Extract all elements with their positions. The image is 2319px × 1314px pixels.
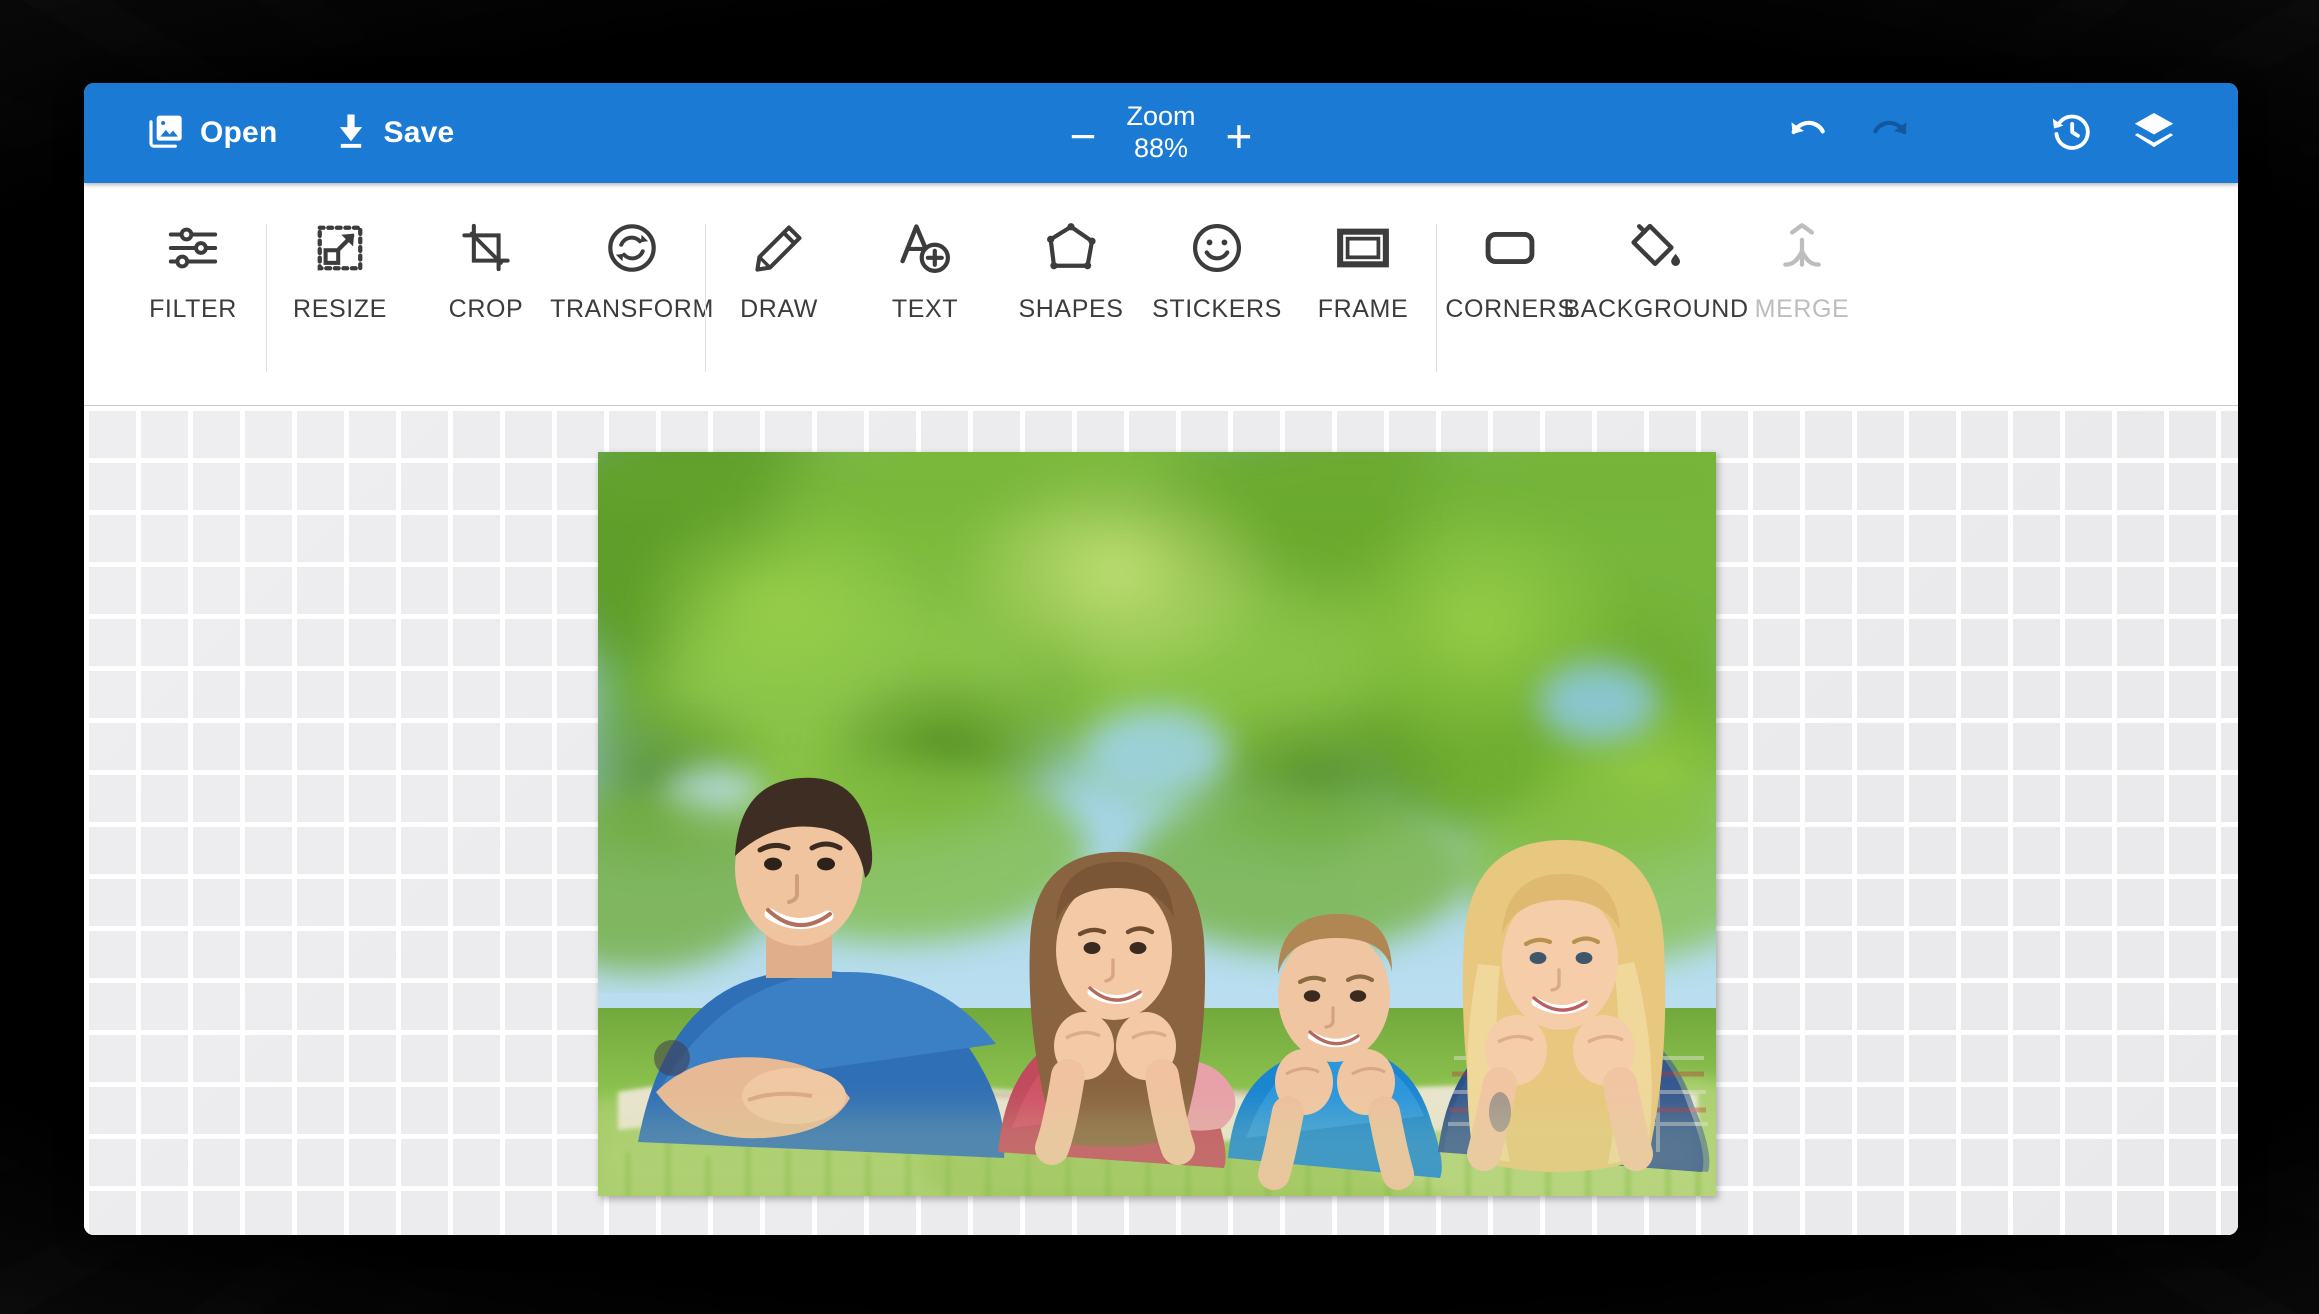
redo-icon: [1868, 109, 1912, 158]
family-photo: [598, 452, 1716, 1196]
header-actions: [1772, 97, 2190, 169]
history-button[interactable]: [2036, 97, 2108, 169]
tool-frame[interactable]: FRAME: [1290, 183, 1436, 324]
layers-icon: [2131, 108, 2177, 159]
tool-text-label: TEXT: [892, 295, 958, 324]
tool-shapes-label: SHAPES: [1018, 295, 1123, 324]
tool-filter[interactable]: FILTER: [120, 183, 266, 324]
tool-transform-label: TRANSFORM: [550, 295, 714, 324]
smiley-icon: [1189, 219, 1245, 277]
canvas-image[interactable]: [598, 452, 1716, 1196]
transform-icon: [604, 219, 660, 277]
tool-group-geometry: RESIZE CROP: [267, 183, 705, 405]
desktop-backdrop: Open Save − Zoom: [0, 0, 2319, 1314]
tool-stickers[interactable]: STICKERS: [1144, 183, 1290, 324]
rounded-rect-icon: [1482, 219, 1538, 277]
photo-library-icon: [146, 111, 186, 156]
tool-group-surface: CORNERS BACKGROUND: [1437, 183, 1875, 405]
tool-shapes[interactable]: SHAPES: [998, 183, 1144, 324]
paint-bucket-icon: [1628, 219, 1684, 277]
tool-corners[interactable]: CORNERS: [1437, 183, 1583, 324]
tool-draw[interactable]: DRAW: [706, 183, 852, 324]
undo-icon: [1786, 109, 1830, 158]
tool-stickers-label: STICKERS: [1152, 295, 1282, 324]
history-icon: [2049, 108, 2095, 159]
tool-merge-label: MERGE: [1755, 295, 1850, 324]
zoom-control: − Zoom 88% +: [1006, 83, 1316, 183]
tool-draw-label: DRAW: [740, 295, 818, 324]
tool-bar: FILTER RESIZE: [84, 183, 2238, 406]
text-add-icon: [897, 219, 953, 277]
frame-icon: [1335, 219, 1391, 277]
tool-group-create: DRAW TEXT: [706, 183, 1436, 405]
undo-button[interactable]: [1772, 97, 1844, 169]
file-actions: Open Save: [84, 105, 460, 162]
tool-crop-label: CROP: [449, 295, 524, 324]
open-label: Open: [200, 116, 277, 150]
redo-button[interactable]: [1854, 97, 1926, 169]
polygon-icon: [1043, 219, 1099, 277]
tool-crop[interactable]: CROP: [413, 183, 559, 324]
tool-resize[interactable]: RESIZE: [267, 183, 413, 324]
sliders-icon: [165, 219, 221, 277]
resize-icon: [313, 219, 367, 277]
tool-transform[interactable]: TRANSFORM: [559, 183, 705, 324]
tool-background-label: BACKGROUND: [1563, 295, 1748, 324]
save-button[interactable]: Save: [327, 105, 460, 162]
tool-background[interactable]: BACKGROUND: [1583, 183, 1729, 324]
tool-text[interactable]: TEXT: [852, 183, 998, 324]
merge-arrow-icon: [1775, 219, 1829, 277]
image-editor-window: Open Save − Zoom: [84, 83, 2238, 1235]
crop-icon: [459, 219, 513, 277]
tool-filter-label: FILTER: [149, 295, 237, 324]
tool-resize-label: RESIZE: [293, 295, 387, 324]
zoom-label: Zoom: [1126, 101, 1195, 133]
zoom-value: 88%: [1134, 133, 1188, 165]
tool-merge: MERGE: [1729, 183, 1875, 324]
download-icon: [333, 111, 369, 156]
zoom-readout: Zoom 88%: [1126, 101, 1195, 165]
header-bar: Open Save − Zoom: [84, 83, 2238, 183]
tool-group-adjust: FILTER: [120, 183, 266, 405]
tool-corners-label: CORNERS: [1445, 295, 1574, 324]
canvas-area[interactable]: [84, 406, 2238, 1235]
layers-button[interactable]: [2118, 97, 2190, 169]
zoom-out-button[interactable]: −: [1066, 113, 1101, 159]
pencil-icon: [752, 219, 806, 277]
save-label: Save: [383, 116, 454, 150]
tool-frame-label: FRAME: [1318, 295, 1409, 324]
zoom-in-button[interactable]: +: [1222, 113, 1257, 159]
open-button[interactable]: Open: [140, 105, 283, 162]
